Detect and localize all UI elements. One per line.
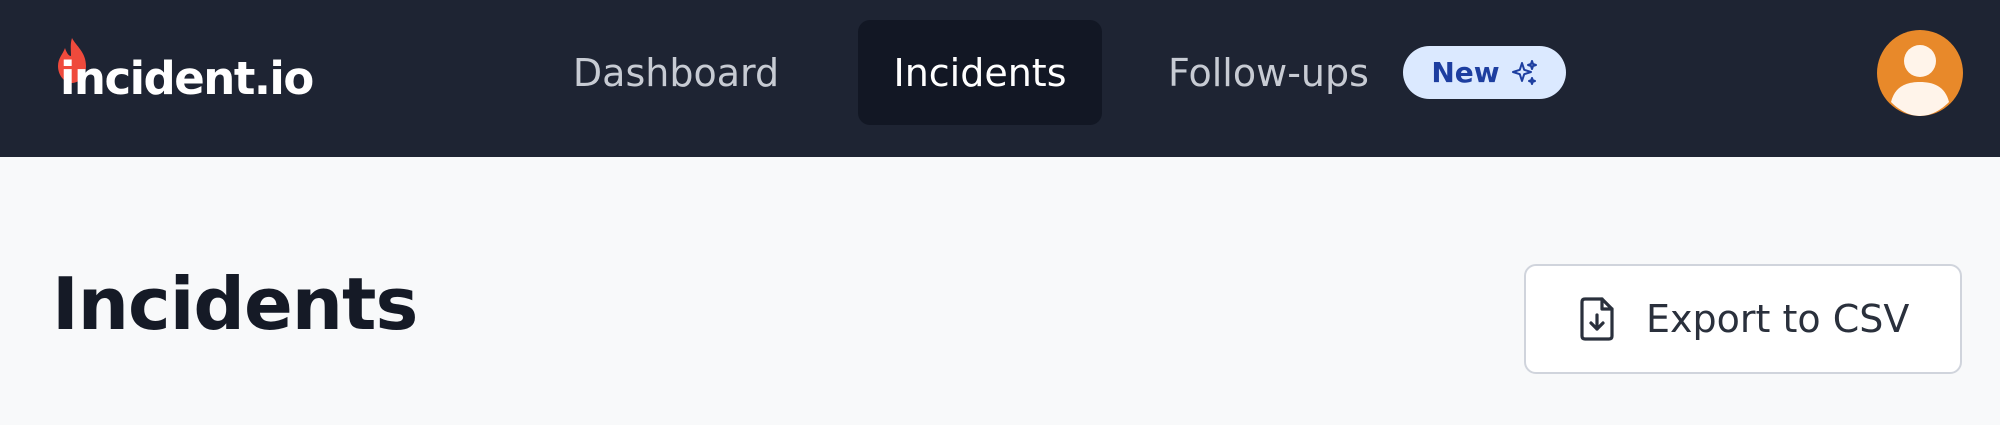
user-avatar[interactable] <box>1877 30 1963 116</box>
export-button-label: Export to CSV <box>1646 297 1910 341</box>
top-navigation-bar: incident.io Dashboard Incidents Follow-u… <box>0 0 2000 157</box>
nav-item-dashboard[interactable]: Dashboard <box>548 20 804 125</box>
nav-item-follow-ups[interactable]: Follow-ups <box>1168 20 1398 125</box>
incident-io-logo[interactable]: incident.io <box>52 36 314 106</box>
logo-wordmark: incident.io <box>60 52 314 105</box>
export-to-csv-button[interactable]: Export to CSV <box>1524 264 1962 374</box>
new-badge: New <box>1403 46 1566 99</box>
file-download-icon <box>1580 297 1614 341</box>
new-badge-label: New <box>1431 56 1500 89</box>
sparkles-icon <box>1511 59 1537 85</box>
page-title: Incidents <box>52 262 418 346</box>
nav-item-incidents[interactable]: Incidents <box>858 20 1102 125</box>
user-avatar-icon <box>1891 45 1949 116</box>
